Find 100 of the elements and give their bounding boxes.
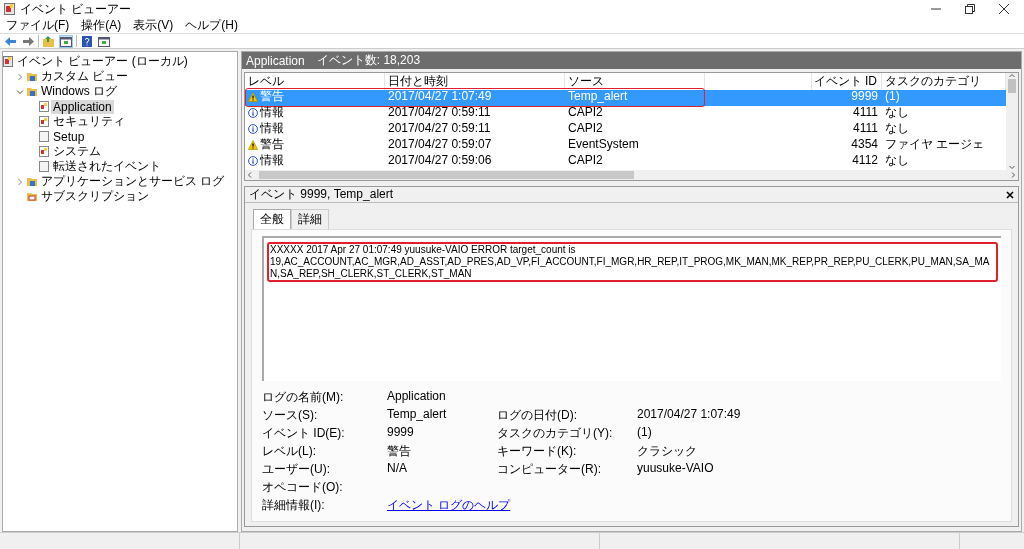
table-cell-text: 9999 — [850, 90, 879, 103]
level-text: 警告 — [260, 138, 284, 151]
field-value: クラシック — [637, 443, 698, 460]
table-cell-text: ファイヤ エージェ — [884, 138, 986, 151]
level-text: 情報 — [260, 154, 284, 167]
window-panel-button[interactable] — [97, 34, 111, 48]
tree-item[interactable]: アプリケーションとサービス ログ — [39, 173, 227, 190]
table-cell-text: 4354 — [850, 138, 879, 151]
table-cell-text: 2017/04/27 1:07:49 — [387, 90, 493, 103]
field-label: キーワード(K): — [497, 443, 578, 460]
log-icon — [39, 116, 49, 127]
event-count: イベント数: 18,203 — [316, 52, 421, 69]
field-value: Temp_alert — [387, 407, 448, 423]
table-cell-text: EventSystem — [567, 138, 640, 151]
field-label: ソース(S): — [262, 407, 319, 424]
table-cell-text: 2017/04/27 0:59:11 — [387, 106, 492, 119]
table-row[interactable]: 情報 2017/04/27 0:59:06 CAPI2 4112 なし — [245, 154, 1006, 170]
field-label: タスクのカテゴリ(Y): — [497, 425, 614, 442]
help-link[interactable]: イベント ログのヘルプ — [387, 498, 511, 512]
folder-button[interactable] — [42, 34, 56, 48]
table-cell-text: CAPI2 — [567, 154, 604, 167]
scroll-down-icon[interactable] — [1009, 164, 1015, 170]
level-text: 情報 — [260, 106, 284, 119]
warning-icon — [248, 91, 258, 102]
scroll-left-icon[interactable] — [247, 172, 253, 178]
forward-arrow-button[interactable] — [21, 34, 35, 48]
menu-item[interactable]: 操作(A) — [81, 17, 122, 34]
table-row[interactable]: 情報 2017/04/27 0:59:11 CAPI2 4111 なし — [245, 122, 1006, 138]
tree-item[interactable]: Application — [51, 99, 114, 114]
field-label: ユーザー(U): — [262, 461, 331, 478]
table-row[interactable]: 情報 2017/04/27 0:59:11 CAPI2 4111 なし — [245, 106, 1006, 122]
table-cell-text: なし — [884, 106, 910, 119]
log-icon — [39, 101, 49, 112]
message-line: XXXXX 2017 Apr 27 01:07:49 yuusuke-VAIO ERROR target_count is — [270, 244, 577, 256]
message-line: 19,AC_ACCOUNT,AC_MGR,AD_ASST,AD_PRES,AD_VP,FI_ACCOUNT,FI_MGR,HR_REP,IT_PROG,MK_MAN,MK_REP,PR_REP,PU_CLERK,PU_MAN,SA_MAN,SA_REP,SH_CLERK,ST_CLERK,ST_MAN — [270, 256, 991, 280]
tree-item[interactable]: 転送されたイベント — [51, 158, 163, 175]
table-cell-text: なし — [884, 122, 910, 135]
tree-item[interactable]: セキュリティ — [51, 113, 127, 130]
tree-item[interactable]: サブスクリプション — [39, 188, 151, 205]
vertical-scrollbar[interactable] — [1006, 73, 1018, 170]
tree-item[interactable]: システム — [51, 143, 103, 160]
scroll-up-icon[interactable] — [1009, 73, 1015, 79]
log-icon — [39, 131, 49, 142]
table-cell-text: CAPI2 — [567, 122, 604, 135]
level-text: 警告 — [260, 90, 284, 103]
field-label: イベント ID(E): — [262, 425, 346, 442]
table-cell-text: CAPI2 — [567, 106, 604, 119]
menu-item[interactable]: ファイル(F) — [6, 17, 70, 34]
tree-item[interactable]: イベント ビューアー (ローカル) — [15, 53, 190, 70]
log-icon — [39, 146, 49, 157]
table-cell-text: (1) — [884, 90, 901, 103]
table-cell-text: 4112 — [851, 154, 879, 167]
field-value: N/A — [387, 461, 408, 477]
field-value: 9999 — [387, 425, 415, 441]
help-button[interactable] — [80, 34, 94, 48]
table-cell-text: 2017/04/27 0:59:11 — [387, 122, 492, 135]
field-label: 詳細情報(I): — [262, 497, 326, 514]
window-title: イベント ビューアー — [20, 0, 133, 18]
table-cell-text: Temp_alert — [567, 90, 629, 103]
tab[interactable]: 詳細 — [291, 209, 329, 229]
tree-item[interactable]: Setup — [51, 129, 87, 144]
horizontal-scrollbar[interactable] — [245, 170, 1018, 180]
table-cell-text: 4111 — [852, 122, 879, 135]
info-icon — [248, 107, 258, 118]
event-title: イベント 9999, Temp_alert — [249, 186, 394, 203]
subscription-icon — [27, 191, 37, 202]
tab[interactable]: 全般 — [253, 209, 291, 229]
back-arrow-button[interactable] — [4, 34, 18, 48]
event-viewer-icon — [3, 56, 13, 67]
field-label: コンピューター(R): — [497, 461, 602, 478]
info-icon — [248, 123, 258, 134]
restore-icon[interactable] — [964, 3, 976, 15]
table-cell-text: 2017/04/27 0:59:06 — [387, 154, 493, 167]
scroll-thumb[interactable] — [1008, 79, 1016, 93]
table-cell-text: 4111 — [852, 106, 879, 119]
field-label: ログの日付(D): — [497, 407, 578, 424]
field-value: (1) — [637, 425, 653, 441]
table-cell-text: なし — [884, 154, 910, 167]
info-icon — [248, 155, 258, 166]
log-name: Application — [246, 53, 305, 68]
field-label: レベル(L): — [262, 443, 317, 460]
close-icon[interactable] — [1006, 190, 1014, 199]
field-value: yuusuke-VAIO — [637, 461, 715, 477]
log-icon — [39, 161, 49, 172]
tree-item[interactable]: カスタム ビュー — [39, 68, 131, 85]
tree-item[interactable]: Windows ログ — [39, 83, 119, 100]
window-panel-button[interactable] — [59, 34, 73, 48]
field-label: ログの名前(M): — [262, 389, 345, 406]
field-value: 警告 — [387, 443, 412, 460]
field-value: 2017/04/27 1:07:49 — [637, 407, 742, 423]
app-icon — [4, 3, 15, 15]
close-icon[interactable] — [998, 3, 1010, 15]
field-value: Application — [387, 389, 447, 405]
folder-icon — [27, 176, 37, 187]
warning-icon — [248, 139, 258, 150]
scroll-right-icon[interactable] — [1010, 172, 1016, 178]
menu-item[interactable]: 表示(V) — [133, 17, 174, 34]
menu-item[interactable]: ヘルプ(H) — [185, 17, 238, 34]
table-row[interactable]: 警告 2017/04/27 0:59:07 EventSystem 4354 ファイヤ エージェ — [245, 138, 1006, 154]
table-cell-text: 2017/04/27 0:59:07 — [387, 138, 493, 151]
